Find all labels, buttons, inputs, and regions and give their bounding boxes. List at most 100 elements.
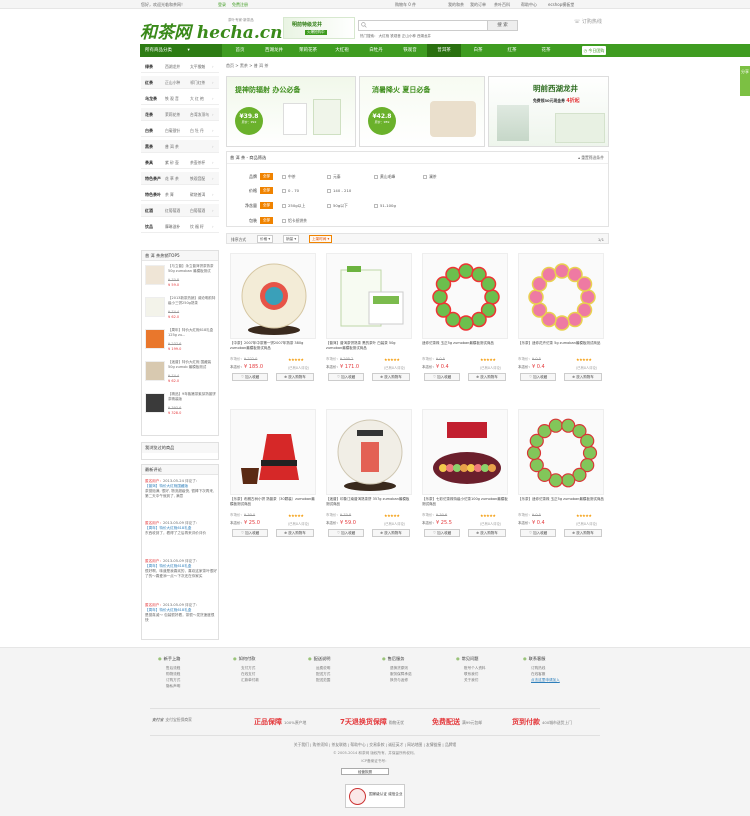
subcategory-link[interactable]: 太平猴魁 [190,64,205,70]
checkbox[interactable] [282,203,286,208]
add-favorite-button[interactable]: ♡ 加入收藏 [232,373,268,381]
category-row[interactable]: 饮品 摩琳滋补 饮 福 籽 › [141,220,219,233]
login-link[interactable]: 登录 [218,2,226,8]
nav-item-white-tea[interactable]: 白茶 [461,44,495,57]
product-image[interactable] [230,253,316,339]
category-row[interactable]: 白茶 白毫银针 白 牡 丹 › [141,124,219,137]
category-row[interactable]: 红茶 正山小种 祁门红茶 › [141,76,219,89]
top-link-my-account[interactable]: 我的和茶 [448,2,464,8]
category-row[interactable]: 绿茶 西湖龙井 太平猴魁 › [141,60,219,73]
subcategory-link[interactable]: 花 草 茶 [165,176,179,182]
help-link[interactable]: 汇款单付款 [233,677,303,683]
today-group-buy-button[interactable]: ◷ 今日团购 [582,46,606,55]
subcategory-link[interactable]: 西湖龙井 [165,64,180,70]
product-name[interactable]: 迷你沱茶珠 玉正5g zumoban最模板测试商品 [422,341,508,356]
filter-option[interactable]: 51-100g [374,203,396,208]
add-to-cart-button[interactable]: ⊕ 放入购物车 [276,529,314,537]
add-to-cart-button[interactable]: ⊕ 放入购物车 [372,373,410,381]
checkbox[interactable] [423,174,427,179]
top-link-orders[interactable]: 我的订单 [470,2,486,8]
top5-item[interactable]: 【周年】特价大红袍618礼盒 125g zu... ¥ 237.6 ¥ 199.0 [145,327,217,353]
product-name[interactable]: 【乐茶】迷你花卉沱茶 5g zumoban最模板测试商品 [518,341,604,356]
top5-item[interactable]: 【与立普】永立普洱饼茶熟茶50g zumoban 最模板测试 ¥ 70.8 ¥ 59… [145,263,217,289]
help-link[interactable]: 配送范围 [308,677,378,683]
filter-option[interactable]: 50g以下 [327,203,348,209]
add-to-cart-button[interactable]: ⊕ 放入购物车 [372,529,410,537]
checkbox[interactable] [282,174,286,179]
help-link[interactable]: 换货与返修 [382,677,452,683]
product-image[interactable] [326,409,412,495]
help-link[interactable]: 关于我们 [456,677,526,683]
product-image[interactable] [422,253,508,339]
subcategory-link[interactable]: 茶 膏 [165,192,174,198]
product-image[interactable] [422,409,508,495]
category-row[interactable]: 红酒 红葡萄酒 白葡萄酒 › [141,204,219,217]
comment-count[interactable]: (已有0人评论) [480,521,501,526]
category-row[interactable]: 特色茶叶茶 膏 碳烧普洱 › [141,188,219,201]
filter-option[interactable]: 140 - 210 [327,188,351,193]
nav-item-dahongpao[interactable]: 大红袍 [325,44,359,57]
checkbox[interactable] [327,203,331,208]
category-row[interactable]: 花茶 茉莉花茶 台湾冻顶乌 › [141,108,219,121]
product-name[interactable]: 【乐茶】迷你沱茶珠 玉正5g zumoban最模板测试商品 [518,497,604,512]
product-name[interactable]: 【中茶】2007年中茶第一饼2007年熟茶 380g zumoban最模板测试商… [230,341,316,356]
category-row[interactable]: 黑茶 普 洱 茶 › [141,140,219,153]
subcategory-link[interactable]: 紫 砂 壶 [165,160,179,166]
subcategory-link[interactable]: 白 牡 丹 [190,128,204,134]
subcategory-link[interactable]: 红葡萄酒 [165,208,180,214]
subcategory-link[interactable]: 普 洱 茶 [165,144,179,150]
product-name[interactable]: 【普洱】普洱茶饼熟茶 黑的茶叶 白装茶 50g zumoban最模板测试商品 [326,341,412,356]
alipay-badge[interactable]: 支付宝 支付宝担保商家 [150,717,192,723]
add-to-cart-button[interactable]: ⊕ 放入购物车 [564,373,602,381]
top5-item-name[interactable]: 【与立普】永立普洱饼茶熟茶50g zumoban 最模板测试 [168,264,216,278]
top5-item-name[interactable]: 【周年】特价大红袍618礼盒 125g zu... [168,328,216,342]
top5-item-name[interactable]: 【迷普】特价大红袍 国藏装50g zumob 最模板测试 [168,360,216,374]
subcategory-link[interactable]: 正山小种 [165,80,180,86]
cart-link[interactable]: 购物车 0 件 [395,2,416,8]
product-thumbnail[interactable] [145,361,165,381]
top5-item-name[interactable]: 【2013新茶热销】澜沧明前特级小三饼250g熟茶 [168,296,216,310]
nav-item-tieguanyin[interactable]: 铁观音 [393,44,427,57]
footer-links[interactable]: 关于我们 | 购茶须知 | 茶友联络 | 帮助中心 | 交易条款 | 诚征英才 … [0,742,750,748]
promo-banner-1[interactable]: 提神防辐射 办公必备 ¥39.8 原价：¥92 [226,76,356,147]
category-row[interactable]: 乌龙茶 铁 观 音 大 红 袍 › [141,92,219,105]
sort-by-date-button[interactable]: 上架时间 ▾ [309,235,333,243]
filter-all-button[interactable]: 全部 [260,187,273,194]
comment-count[interactable]: (已有0人评论) [288,365,309,370]
filter-option[interactable]: 元泰 [327,174,341,180]
nav-item-puer[interactable]: 普洱茶 [427,44,461,57]
add-favorite-button[interactable]: ♡ 加入收藏 [520,529,556,537]
product-name[interactable]: 【迷普】印象江南普洱熟茶饼 357g zumoban最模板测试商品 [326,497,412,512]
filter-option[interactable]: 黄山毛峰 [374,174,395,180]
all-categories-button[interactable]: 所有商品分类 ▾ [140,44,222,57]
header-promo-banner[interactable]: 明前特级龙井 火爆抢购中 [283,17,355,39]
subcategory-link[interactable]: 祁门红茶 [190,80,205,86]
checkbox[interactable] [282,188,286,193]
sort-by-sales-button[interactable]: 销量 ▾ [283,235,300,243]
promo-banner-2[interactable]: 消暑降火 夏日必备 ¥42.8 原价：¥89 [359,76,485,147]
subcategory-link[interactable]: 白葡萄酒 [190,208,205,214]
icp-record[interactable]: ICP备案证书号： [0,759,750,764]
comment-count[interactable]: (已有0人评论) [480,365,501,370]
comment-count[interactable]: (已有0人评论) [384,521,405,526]
add-favorite-button[interactable]: ♡ 加入收藏 [328,373,364,381]
filter-option[interactable]: 澜茶 [423,174,437,180]
trust-seal[interactable]: 国家级认证 诚信企业 [345,784,405,808]
product-image[interactable] [230,409,316,495]
subcategory-link[interactable]: 摩琳滋补 [165,224,180,230]
nav-item-baimudan[interactable]: 白牡丹 [359,44,393,57]
comment-count[interactable]: (已有0人评论) [384,365,405,370]
nav-item-jasmine[interactable]: 茉莉花茶 [291,44,325,57]
nav-item-flower-tea[interactable]: 花茶 [529,44,563,57]
add-favorite-button[interactable]: ♡ 加入收藏 [424,529,460,537]
add-to-cart-button[interactable]: ⊕ 放入购物车 [468,373,506,381]
subcategory-link[interactable]: 大 红 袍 [190,96,204,102]
subcategory-link[interactable]: 茉莉花茶 [165,112,180,118]
subcategory-link[interactable]: 铁 观 音 [165,96,179,102]
top5-item[interactable]: 【2013新茶热销】澜沧明前特级小三饼250g熟茶 ¥ 74.4 ¥ 62.0 [145,295,217,321]
product-thumbnail[interactable] [145,297,165,317]
product-image[interactable] [518,253,604,339]
filter-option[interactable]: 中茶 [282,174,296,180]
product-name[interactable]: 【乐茶】布朗古树小饼 熟普茶（30颗装）zumoban最模板测试商品 [230,497,316,512]
reset-filter-button[interactable]: ▴ 重置筛选条件 [578,155,604,161]
